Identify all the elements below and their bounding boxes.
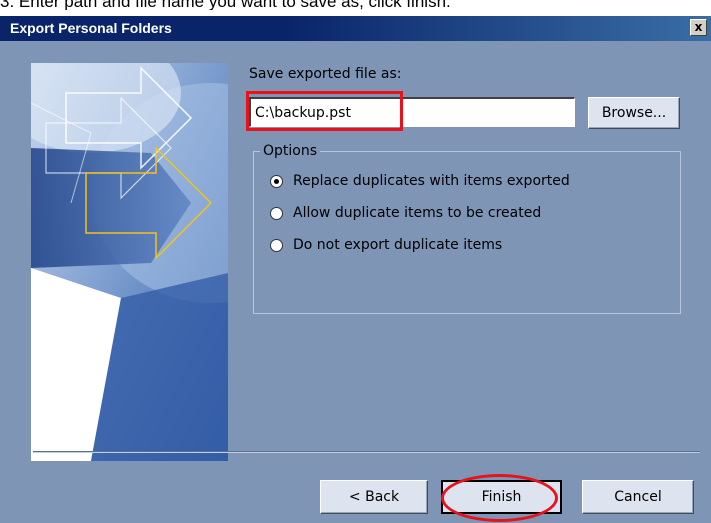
option-do-not-export-duplicates[interactable]: Do not export duplicate items [270,235,502,255]
radio-selected-icon[interactable] [270,174,283,188]
cancel-button[interactable]: Cancel [582,480,694,514]
option-label: Allow duplicate items to be created [293,205,542,221]
save-as-label: Save exported file as: [249,66,402,82]
dialog-body: Save exported file as: Browse... Options… [0,41,711,523]
radio-empty-icon[interactable] [270,206,283,220]
options-legend: Options [260,143,321,159]
option-replace-duplicates[interactable]: Replace duplicates with items exported [270,171,570,191]
title-bar: Export Personal Folders x [0,16,711,41]
browse-button[interactable]: Browse... [588,97,680,129]
option-label: Replace duplicates with items exported [293,173,570,189]
footer-separator [33,451,700,453]
window-title: Export Personal Folders [10,20,172,36]
file-path-input[interactable] [249,97,575,127]
instruction-text: 3. Enter path and file name you want to … [0,0,451,10]
close-icon[interactable]: x [690,19,707,36]
option-allow-duplicates[interactable]: Allow duplicate items to be created [270,203,541,223]
option-label: Do not export duplicate items [293,237,503,253]
finish-button[interactable]: Finish [441,480,562,514]
wizard-arrow-illustration [31,63,228,461]
radio-empty-icon[interactable] [270,238,283,252]
back-button[interactable]: < Back [320,480,428,514]
